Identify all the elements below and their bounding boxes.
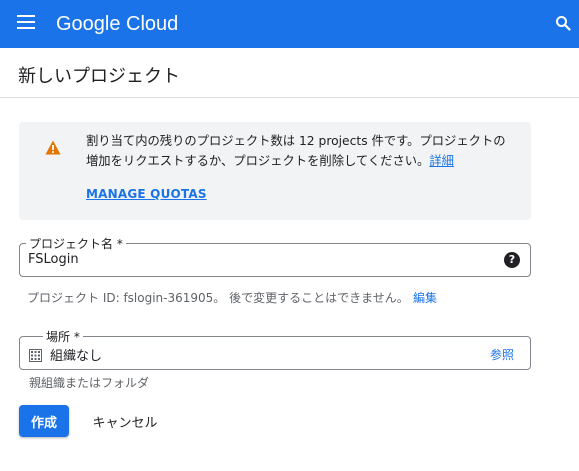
browse-location-link[interactable]: 参照: [490, 346, 514, 363]
edit-project-id-link[interactable]: 編集: [413, 289, 437, 306]
project-name-field: プロジェクト名 * ?: [19, 235, 531, 277]
page-title: 新しいプロジェクト: [18, 66, 180, 87]
project-name-input[interactable]: [28, 252, 488, 267]
title-divider: [0, 97, 579, 98]
help-icon[interactable]: ?: [504, 252, 520, 268]
top-app-bar: Google Cloud: [0, 0, 579, 48]
quota-message: 割り当て内の残りのプロジェクト数は 12 projects 件です。プロジェクト…: [86, 131, 516, 171]
hamburger-menu-icon[interactable]: [17, 15, 35, 29]
project-name-label: プロジェクト名 *: [26, 235, 126, 252]
location-value: 組織なし: [50, 349, 103, 364]
warning-icon: [45, 140, 61, 155]
location-hint: 親組織またはフォルダ: [29, 376, 150, 390]
detail-link[interactable]: 詳細: [429, 154, 454, 168]
quota-notice: 割り当て内の残りのプロジェクト数は 12 projects 件です。プロジェクト…: [19, 122, 531, 220]
building-icon: [29, 347, 42, 362]
create-button[interactable]: 作成: [19, 405, 69, 437]
search-icon[interactable]: [555, 15, 571, 31]
cancel-button[interactable]: キャンセル: [84, 405, 166, 437]
project-id-text: プロジェクト ID: fslogin-361905。 後で変更することはできませ…: [27, 291, 409, 305]
location-field[interactable]: 場所 * 組織なし 参照: [19, 328, 531, 370]
location-label: 場所 *: [43, 328, 83, 345]
manage-quotas-link[interactable]: MANAGE QUOTAS: [86, 187, 207, 201]
google-cloud-logo[interactable]: Google Cloud: [56, 13, 178, 36]
